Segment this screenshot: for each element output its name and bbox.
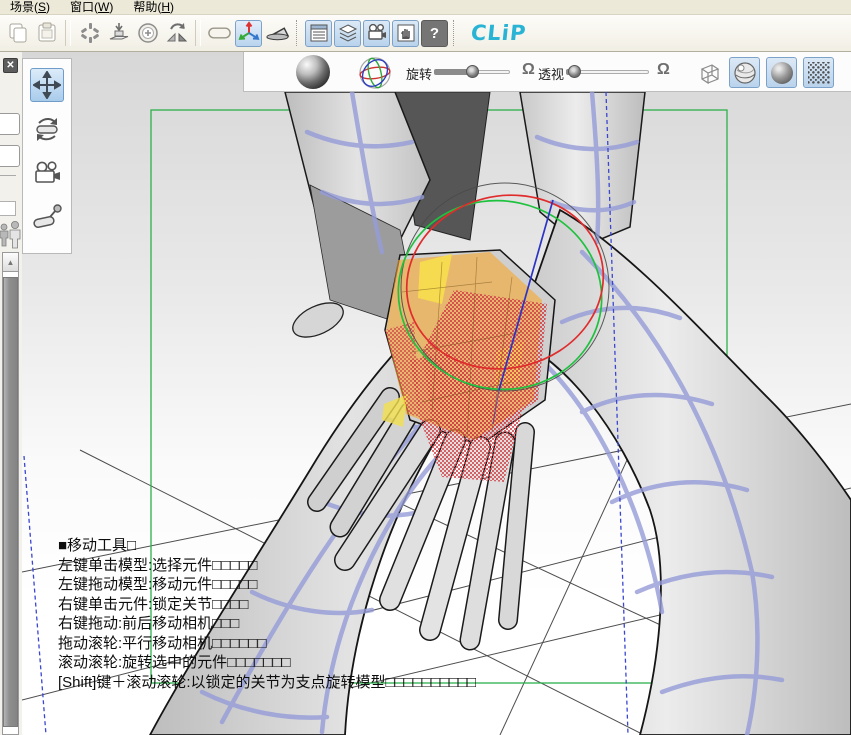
rotate-tool-button[interactable] (30, 112, 64, 146)
bone-capsule-button[interactable] (206, 20, 233, 47)
joint-pin-tool-button[interactable] (30, 200, 64, 234)
help-line: 左键拖动模型:移动元件□□□□□ (58, 575, 476, 595)
workspace: ■移动工具□ 左键单击模型:选择元件□□□□□ 左键拖动模型:移动元件□□□□□… (0, 52, 851, 735)
panel-close-button[interactable]: ✕ (3, 58, 18, 73)
menu-help[interactable]: 帮助(H) (123, 0, 184, 16)
flip-arrow-icon (165, 21, 189, 45)
pose-hand-panel-button[interactable] (392, 20, 419, 47)
layer-panel-button[interactable] (334, 20, 361, 47)
rotate-arrow-icon (33, 115, 61, 143)
trackball-sphere[interactable] (296, 55, 330, 89)
view-control-bar: 旋转 Ω 透视 Ω (243, 52, 851, 92)
layers-icon (338, 23, 358, 43)
application-window: 场景(S) 窗口(W) 帮助(H) (0, 0, 851, 735)
panel-mini-input-partial[interactable] (0, 201, 16, 216)
scrollbar-thumb[interactable] (3, 277, 18, 727)
drop-cube-icon (108, 22, 130, 44)
target-circle-icon (137, 22, 159, 44)
capsule-icon (207, 22, 232, 44)
focus-target-button[interactable] (134, 20, 161, 47)
scrollbar-up-button[interactable]: ▲ (3, 253, 18, 272)
menu-bar: 场景(S) 窗口(W) 帮助(H) (0, 0, 851, 15)
mirror-flip-button[interactable] (163, 20, 190, 47)
property-panel-button[interactable] (305, 20, 332, 47)
rotate-slider[interactable] (434, 68, 510, 76)
move-arrows-icon (33, 71, 61, 99)
viewport-3d[interactable]: ■移动工具□ 左键单击模型:选择元件□□□□□ 左键拖动模型:移动元件□□□□□… (22, 52, 851, 735)
help-line: 右键拖动:前后移动相机□□□ (58, 614, 476, 634)
bone-pin-icon (32, 203, 62, 231)
help-line: 左键单击模型:选择元件□□□□□ (58, 556, 476, 576)
halftone-mode-button[interactable] (803, 57, 834, 88)
rotate-label: 旋转 (406, 64, 432, 83)
toolbar-separator-dotted (453, 20, 457, 46)
wire-cube-icon (695, 60, 721, 86)
shiny-sphere-icon (733, 61, 757, 85)
camera-icon (32, 160, 62, 186)
clipboard-icon (36, 22, 58, 44)
help-line: ■移动工具□ (58, 536, 476, 556)
movie-camera-icon (366, 23, 388, 43)
figure-thumbnails[interactable] (0, 220, 22, 250)
person-icons (0, 220, 22, 250)
help-button[interactable]: ? (421, 20, 448, 47)
help-line: [Shift]键＋滚动滚轮:以锁定的关节为支点旋转模型□□□□□□□□□□ (58, 673, 476, 693)
move-axes-icon (237, 21, 261, 45)
perspective-label: 透视 (538, 64, 564, 83)
pages-icon (7, 22, 29, 44)
perspective-slider-thumb[interactable] (568, 65, 581, 78)
toolbar-separator-dotted (296, 20, 300, 46)
camera-tool-button[interactable] (30, 156, 64, 190)
material-sphere-button[interactable] (729, 57, 760, 88)
matte-sphere-icon (771, 62, 793, 84)
main-toolbar: ? CLiP (0, 15, 851, 52)
wireframe-mode-button[interactable] (692, 57, 723, 88)
cone-icon (265, 22, 290, 44)
help-line: 滚动滚轮:旋转选中的元件□□□□□□□ (58, 653, 476, 673)
perspective-slider[interactable] (566, 68, 649, 76)
toolbar-separator (65, 20, 71, 46)
panel-divider (0, 175, 16, 176)
panel-input-partial[interactable] (0, 113, 20, 135)
toolbar-separator (195, 20, 201, 46)
axis-dashed-line-left (24, 456, 46, 735)
halftone-pattern-icon (807, 61, 831, 85)
rotate-reset-button[interactable]: Ω (522, 61, 535, 79)
tool-palette (22, 58, 72, 254)
burst-icon (79, 22, 101, 44)
camera-cone-button[interactable] (264, 20, 291, 47)
property-list-icon (309, 23, 329, 43)
drop-to-floor-button[interactable] (105, 20, 132, 47)
orbit-globe-icon[interactable] (356, 54, 394, 92)
perspective-reset-button[interactable]: Ω (657, 61, 670, 79)
panel-scrollbar[interactable]: ▲ (2, 252, 19, 735)
move-axes-button[interactable] (235, 20, 262, 47)
panel-input-partial[interactable] (0, 145, 20, 167)
help-line: 拖动滚轮:平行移动相机□□□□□□ (58, 634, 476, 654)
hand-icon (396, 23, 416, 43)
new-scene-button[interactable] (4, 20, 31, 47)
menu-window[interactable]: 窗口(W) (60, 0, 123, 16)
tool-help-overlay: ■移动工具□ 左键单击模型:选择元件□□□□□ 左键拖动模型:移动元件□□□□□… (58, 536, 476, 692)
rotate-slider-thumb[interactable] (466, 65, 479, 78)
gray-sphere-button[interactable] (766, 57, 797, 88)
cropped-side-panel: ✕ ▲ (0, 52, 22, 735)
help-line: 右键单击元件:锁定关节□□□□ (58, 595, 476, 615)
move-tool-button[interactable] (30, 68, 64, 102)
menu-scene[interactable]: 场景(S) (0, 0, 60, 16)
clip-logo: CLiP (470, 21, 528, 45)
camera-panel-button[interactable] (363, 20, 390, 47)
paste-button[interactable] (33, 20, 60, 47)
reset-view-button[interactable] (76, 20, 103, 47)
help-label: ? (430, 25, 439, 42)
